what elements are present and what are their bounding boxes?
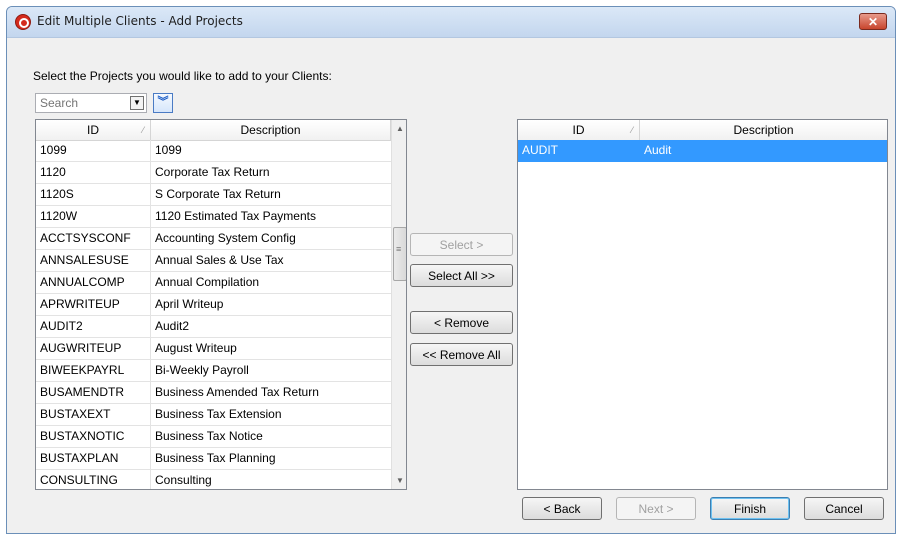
table-row[interactable]: AUGWRITEUP August Writeup xyxy=(36,338,391,360)
selected-column-header-id-label: ID xyxy=(572,123,585,137)
back-button[interactable]: < Back xyxy=(522,497,602,520)
instruction-text: Select the Projects you would like to ad… xyxy=(33,69,332,83)
search-box[interactable]: ▼ xyxy=(35,93,147,113)
table-row[interactable]: 1099 1099 xyxy=(36,140,391,162)
row-id-cell: 1120 xyxy=(36,162,151,183)
row-description-cell: Consulting xyxy=(155,473,212,487)
row-description-cell: Audit2 xyxy=(155,319,190,333)
row-id-cell: BIWEEKPAYRL xyxy=(36,360,151,381)
table-row[interactable]: ANNUALCOMP Annual Compilation xyxy=(36,272,391,294)
row-description-cell: Bi-Weekly Payroll xyxy=(155,363,249,377)
row-id-cell: AUGWRITEUP xyxy=(36,338,151,359)
row-id-cell: ANNSALESUSE xyxy=(36,250,151,271)
row-id-cell: ACCTSYSCONF xyxy=(36,228,151,249)
remove-button[interactable]: < Remove xyxy=(410,311,513,334)
row-id-cell: 1120W xyxy=(36,206,151,227)
row-id-cell: BUSTAXPLAN xyxy=(36,448,151,469)
available-grid-scrollbar[interactable]: ▲ ▼ xyxy=(391,120,406,489)
table-row[interactable]: 1120W 1120 Estimated Tax Payments xyxy=(36,206,391,228)
column-header-description-label: Description xyxy=(240,123,301,137)
search-dropdown-icon[interactable]: ▼ xyxy=(130,96,144,110)
finish-button[interactable]: Finish xyxy=(710,497,790,520)
selected-column-header-description[interactable]: Description xyxy=(640,120,887,140)
selected-column-header-description-label: Description xyxy=(733,123,794,137)
remove-all-button[interactable]: << Remove All xyxy=(410,343,513,366)
window-title: Edit Multiple Clients - Add Projects xyxy=(37,14,243,28)
row-id-cell: APRWRITEUP xyxy=(36,294,151,315)
table-row[interactable]: ANNSALESUSE Annual Sales & Use Tax xyxy=(36,250,391,272)
row-id-cell: BUSTAXNOTIC xyxy=(36,426,151,447)
row-id-cell: ANNUALCOMP xyxy=(36,272,151,293)
available-grid-header: ID ⁄ Description xyxy=(36,120,406,141)
table-row[interactable]: BUSTAXEXT Business Tax Extension xyxy=(36,404,391,426)
select-all-button[interactable]: Select All >> xyxy=(410,264,513,287)
table-row[interactable]: BUSTAXPLAN Business Tax Planning xyxy=(36,448,391,470)
expand-options-icon[interactable]: ︾ xyxy=(153,93,173,113)
row-id-cell: AUDIT2 xyxy=(36,316,151,337)
scroll-up-arrow-icon[interactable]: ▲ xyxy=(392,120,406,137)
select-button[interactable]: Select > xyxy=(410,233,513,256)
column-header-id-label: ID xyxy=(87,123,99,137)
table-row[interactable]: APRWRITEUP April Writeup xyxy=(36,294,391,316)
column-header-description[interactable]: Description xyxy=(151,120,391,140)
title-bar: Edit Multiple Clients - Add Projects ✕ xyxy=(7,7,895,38)
next-button[interactable]: Next > xyxy=(616,497,696,520)
row-description-cell: Audit xyxy=(644,143,672,157)
table-row[interactable]: AUDIT Audit xyxy=(518,140,887,162)
row-id-cell: BUSAMENDTR xyxy=(36,382,151,403)
search-input[interactable] xyxy=(36,94,126,112)
table-row[interactable]: BUSAMENDTR Business Amended Tax Return xyxy=(36,382,391,404)
app-logo-icon xyxy=(15,14,31,30)
row-description-cell: Business Tax Notice xyxy=(155,429,263,443)
selected-grid-header: ID ⁄ Description xyxy=(518,120,887,141)
row-description-cell: Accounting System Config xyxy=(155,231,296,245)
table-row[interactable]: BIWEEKPAYRL Bi-Weekly Payroll xyxy=(36,360,391,382)
column-header-id[interactable]: ID ⁄ xyxy=(36,120,151,140)
available-projects-grid[interactable]: ID ⁄ Description 1099 1099 1120 Corporate T… xyxy=(35,119,407,490)
row-description-cell: April Writeup xyxy=(155,297,224,311)
row-description-cell: Corporate Tax Return xyxy=(155,165,270,179)
row-id-cell: 1099 xyxy=(36,140,151,161)
row-id-cell: 1120S xyxy=(36,184,151,205)
sort-indicator-icon: ⁄ xyxy=(142,125,144,135)
table-row[interactable]: CONSULTING Consulting xyxy=(36,470,391,489)
row-description-cell: S Corporate Tax Return xyxy=(155,187,281,201)
scroll-down-arrow-icon[interactable]: ▼ xyxy=(392,472,406,489)
table-row[interactable]: 1120S S Corporate Tax Return xyxy=(36,184,391,206)
row-id-cell: BUSTAXEXT xyxy=(36,404,151,425)
selected-column-header-id[interactable]: ID ⁄ xyxy=(518,120,640,140)
selected-projects-grid[interactable]: ID ⁄ Description AUDIT Audit xyxy=(517,119,888,490)
row-id-cell: CONSULTING xyxy=(36,470,151,489)
row-description-cell: Business Tax Planning xyxy=(155,451,276,465)
cancel-button[interactable]: Cancel xyxy=(804,497,884,520)
row-description-cell: Business Amended Tax Return xyxy=(155,385,319,399)
table-row[interactable]: BUSTAXNOTIC Business Tax Notice xyxy=(36,426,391,448)
row-description-cell: 1120 Estimated Tax Payments xyxy=(155,209,316,223)
row-id-cell: AUDIT xyxy=(518,140,640,161)
row-description-cell: August Writeup xyxy=(155,341,237,355)
selected-sort-indicator-icon: ⁄ xyxy=(631,125,633,135)
row-description-cell: Business Tax Extension xyxy=(155,407,282,421)
table-row[interactable]: 1120 Corporate Tax Return xyxy=(36,162,391,184)
row-description-cell: 1099 xyxy=(155,143,182,157)
row-description-cell: Annual Sales & Use Tax xyxy=(155,253,284,267)
table-row[interactable]: AUDIT2 Audit2 xyxy=(36,316,391,338)
add-projects-dialog: Edit Multiple Clients - Add Projects ✕ S… xyxy=(6,6,896,534)
row-description-cell: Annual Compilation xyxy=(155,275,260,289)
table-row[interactable]: ACCTSYSCONF Accounting System Config xyxy=(36,228,391,250)
scroll-thumb[interactable] xyxy=(393,227,406,281)
close-button[interactable]: ✕ xyxy=(859,13,887,30)
